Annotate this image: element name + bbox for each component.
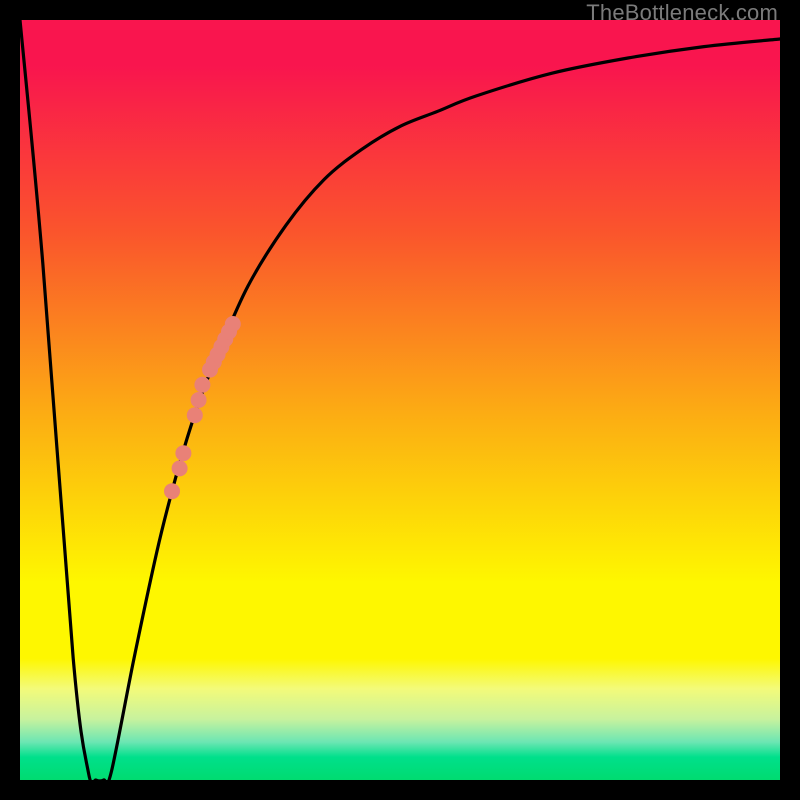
watermark-text: TheBottleneck.com bbox=[586, 0, 778, 26]
highlight-dot bbox=[191, 392, 207, 408]
highlight-dot bbox=[194, 377, 210, 393]
highlight-dot bbox=[187, 407, 203, 423]
highlight-cluster bbox=[164, 316, 241, 499]
chart-frame: TheBottleneck.com bbox=[0, 0, 800, 800]
highlight-dot bbox=[164, 483, 180, 499]
bottleneck-curve bbox=[20, 20, 780, 780]
highlight-dot bbox=[175, 445, 191, 461]
highlight-dot bbox=[225, 316, 241, 332]
plot-area bbox=[20, 20, 780, 780]
curve-layer bbox=[20, 20, 780, 780]
highlight-dot bbox=[172, 460, 188, 476]
